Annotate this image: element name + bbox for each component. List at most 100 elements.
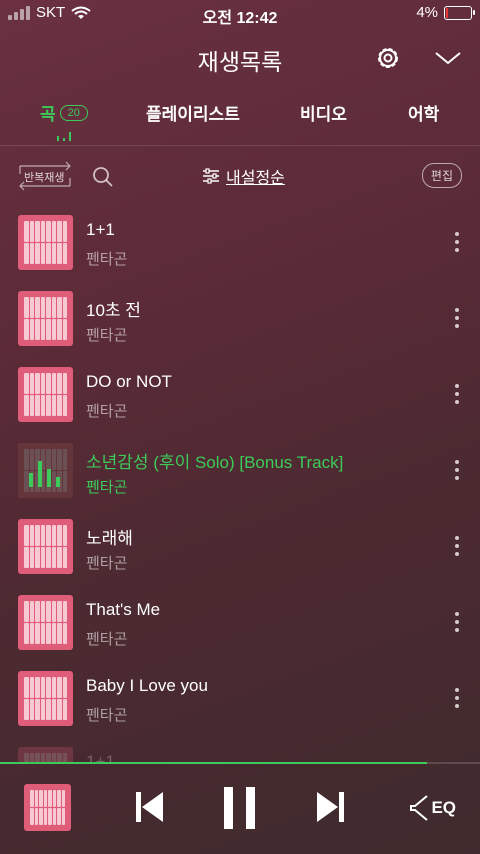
album-art-tile <box>51 243 56 264</box>
repeat-label: 반복재생 <box>24 172 65 184</box>
song-row[interactable]: 10초 전 펜타곤 <box>0 280 480 356</box>
eq-label: EQ <box>431 798 456 817</box>
playing-indicator-icon <box>57 132 71 141</box>
album-art <box>18 671 73 726</box>
album-art <box>18 595 73 650</box>
album-art-tile <box>51 601 56 622</box>
song-title: 소년감성 (후이 Solo) [Bonus Track] <box>86 453 344 472</box>
album-art <box>18 367 73 422</box>
album-art-tile <box>57 790 61 807</box>
status-time: 오전 12:42 <box>202 10 278 27</box>
song-row[interactable]: That's Me 펜타곤 <box>0 584 480 660</box>
album-art-tile <box>46 221 51 242</box>
album-art-tile <box>46 623 51 644</box>
tab-playlist[interactable]: 플레이리스트 <box>146 100 240 125</box>
album-art-tile <box>35 753 40 762</box>
tab-song-label: 곡 <box>40 105 56 124</box>
more-options-icon[interactable] <box>454 688 460 708</box>
album-art-tile <box>34 808 38 825</box>
more-options-icon[interactable] <box>454 536 460 556</box>
album-art <box>18 443 73 498</box>
song-row[interactable]: 1+1 펜타곤 <box>0 204 480 280</box>
now-playing-album-art[interactable] <box>24 784 71 831</box>
album-art-tile <box>35 677 40 698</box>
gear-icon[interactable] <box>374 44 402 72</box>
album-art-tile <box>35 547 40 568</box>
pause-icon[interactable] <box>222 786 258 830</box>
album-art-tile <box>57 525 62 546</box>
album-art-tile <box>57 677 62 698</box>
toolbar: 반복재생 내설정순 편집 <box>0 158 480 194</box>
song-title: 1+1 <box>86 752 115 762</box>
status-right: 4% <box>416 4 475 21</box>
song-title: That's Me <box>86 600 161 619</box>
song-row[interactable]: Baby I Love you 펜타곤 <box>0 660 480 736</box>
more-options-icon[interactable] <box>454 232 460 252</box>
album-art-tile <box>29 221 34 242</box>
album-art-tile <box>24 623 29 644</box>
album-art-tile <box>48 808 52 825</box>
album-art-tile <box>29 601 34 622</box>
album-art-tile <box>24 373 29 394</box>
previous-track-icon[interactable] <box>134 790 166 824</box>
battery-percent: 4% <box>416 4 438 21</box>
album-art-tile <box>46 319 51 340</box>
repeat-button[interactable]: 반복재생 <box>18 160 72 191</box>
more-options-icon[interactable] <box>454 460 460 480</box>
album-art-tile <box>29 753 34 762</box>
album-art-tile <box>51 297 56 318</box>
album-art-tile <box>46 547 51 568</box>
album-art-tile <box>51 319 56 340</box>
album-art-tile <box>48 790 52 807</box>
album-art-tile <box>62 699 67 720</box>
sort-button[interactable]: 내설정순 <box>202 164 285 188</box>
album-art-tile <box>62 547 67 568</box>
chevron-down-icon[interactable] <box>434 48 462 68</box>
album-art-tile <box>57 808 61 825</box>
album-art-tile <box>57 623 62 644</box>
battery-fill <box>446 7 448 18</box>
album-art-tile <box>46 753 51 762</box>
now-playing-icon <box>29 457 60 487</box>
eq-button[interactable]: EQ <box>409 794 456 822</box>
more-options-icon[interactable] <box>454 612 460 632</box>
tab-song[interactable]: 곡 20 <box>40 100 88 125</box>
song-row[interactable]: 소년감성 (후이 Solo) [Bonus Track] 펜타곤 <box>0 432 480 508</box>
mini-player: EQ <box>0 764 480 854</box>
album-art-tile <box>24 297 29 318</box>
album-art-tile <box>51 623 56 644</box>
more-options-icon[interactable] <box>454 308 460 328</box>
album-art-tile <box>62 753 67 762</box>
album-art-tile <box>40 699 45 720</box>
album-art-tile <box>62 395 67 416</box>
song-row[interactable]: 노래해 펜타곤 <box>0 508 480 584</box>
song-row[interactable]: DO or NOT 펜타곤 <box>0 356 480 432</box>
song-list[interactable]: 1+1 펜타곤 10초 전 펜타곤 DO or NOT 펜타곤 소년감성 (후이… <box>0 204 480 762</box>
tab-language[interactable]: 어학 <box>408 100 439 125</box>
song-artist: 펜타곤 <box>86 479 128 496</box>
song-row[interactable]: 1+1 <box>0 736 480 762</box>
album-art-tile <box>35 243 40 264</box>
album-art-tile <box>40 677 45 698</box>
page-title: 재생목록 <box>197 49 283 75</box>
next-track-icon[interactable] <box>314 790 346 824</box>
album-art-tile <box>46 699 51 720</box>
album-art-tile <box>24 525 29 546</box>
song-title: 1+1 <box>86 220 115 239</box>
song-artist: 펜타곤 <box>86 707 128 724</box>
search-icon[interactable] <box>92 166 114 188</box>
more-options-icon[interactable] <box>454 384 460 404</box>
tab-video[interactable]: 비디오 <box>300 100 347 125</box>
album-art-tile <box>40 623 45 644</box>
album-art-tile <box>46 525 51 546</box>
song-title: DO or NOT <box>86 372 172 391</box>
album-art-tile <box>40 243 45 264</box>
album-art-tile <box>62 243 67 264</box>
album-art-tile <box>43 808 47 825</box>
album-art-tile <box>24 753 29 762</box>
album-art <box>18 519 73 574</box>
album-art-tile <box>29 395 34 416</box>
edit-button[interactable]: 편집 <box>421 163 462 188</box>
album-art-tile <box>35 395 40 416</box>
album-art-tile <box>39 790 43 807</box>
